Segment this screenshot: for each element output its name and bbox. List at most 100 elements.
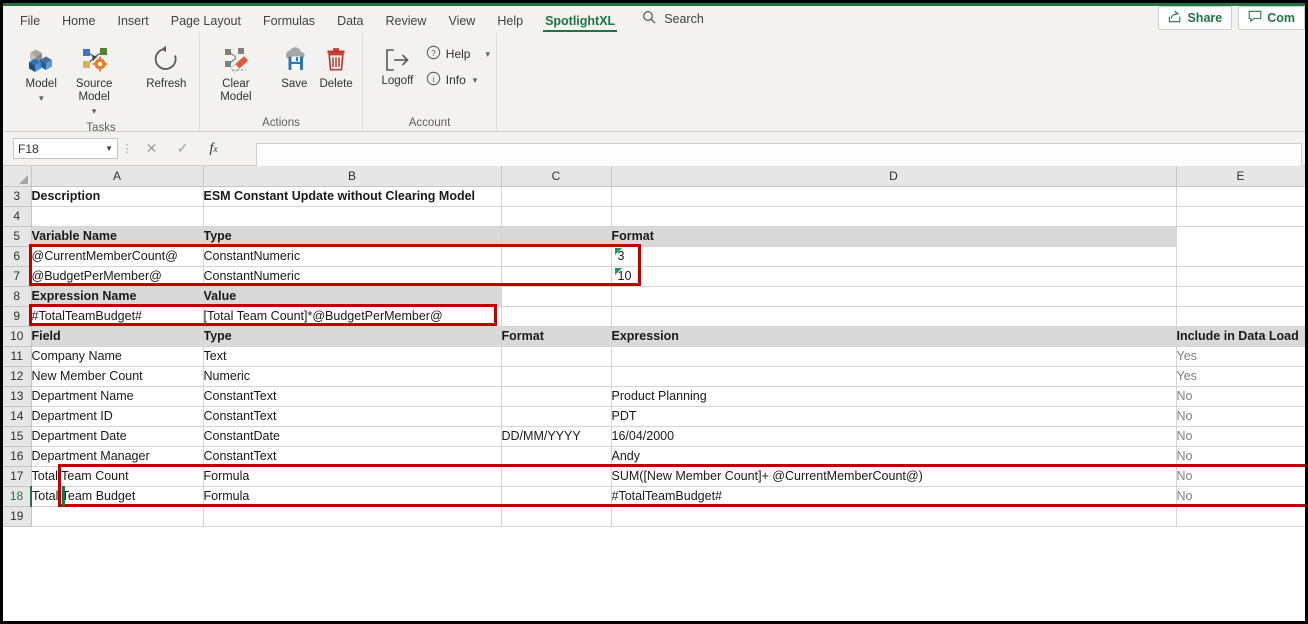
cell-c14[interactable]: [501, 406, 612, 427]
column-header-d[interactable]: D: [611, 166, 1177, 187]
row-header-10[interactable]: 10: [3, 326, 32, 347]
cell-d14[interactable]: PDT: [611, 406, 1177, 427]
cell-e12[interactable]: Yes: [1176, 366, 1305, 387]
delete-button[interactable]: Delete: [316, 39, 356, 94]
cell-d6[interactable]: 3: [611, 246, 1177, 267]
row-header-4[interactable]: 4: [3, 206, 32, 227]
cell-d3[interactable]: [611, 186, 1177, 207]
cell-d16[interactable]: Andy: [611, 446, 1177, 467]
cell-c11[interactable]: [501, 346, 612, 367]
cell-d4[interactable]: [611, 206, 1177, 227]
share-button[interactable]: Share: [1158, 6, 1233, 30]
cell-e13[interactable]: No: [1176, 386, 1305, 407]
row-header-8[interactable]: 8: [3, 286, 32, 307]
cell-e15[interactable]: No: [1176, 426, 1305, 447]
cell-d5[interactable]: Format: [611, 226, 1177, 247]
cell-d12[interactable]: [611, 366, 1177, 387]
cell-e11[interactable]: Yes: [1176, 346, 1305, 367]
chevron-down-icon[interactable]: ▾: [473, 75, 478, 86]
cell-c12[interactable]: [501, 366, 612, 387]
cell-b3[interactable]: ESM Constant Update without Clearing Mod…: [203, 186, 502, 207]
cell-b4[interactable]: [203, 206, 502, 227]
row-header-11[interactable]: 11: [3, 346, 32, 367]
row-header-5[interactable]: 5: [3, 226, 32, 247]
cell-a3[interactable]: Description: [31, 186, 204, 207]
cell-e4[interactable]: [1176, 206, 1305, 227]
cell-a16[interactable]: Department Manager: [31, 446, 204, 467]
tab-insert[interactable]: Insert: [107, 11, 160, 33]
cell-c4[interactable]: [501, 206, 612, 227]
cell-a12[interactable]: New Member Count: [31, 366, 204, 387]
cell-c8[interactable]: [501, 286, 612, 307]
select-all-corner[interactable]: [3, 166, 32, 187]
cell-c10[interactable]: Format: [501, 326, 612, 347]
cell-b13[interactable]: ConstantText: [203, 386, 502, 407]
cell-b6[interactable]: ConstantNumeric: [203, 246, 502, 267]
row-header-9[interactable]: 9: [3, 306, 32, 327]
help-button[interactable]: ? Help ▾: [426, 45, 490, 63]
refresh-button[interactable]: Refresh: [140, 39, 193, 94]
tab-file[interactable]: File: [9, 11, 51, 33]
cell-b14[interactable]: ConstantText: [203, 406, 502, 427]
chevron-down-icon[interactable]: ▾: [92, 106, 97, 117]
tab-spotlightxl[interactable]: SpotlightXL: [534, 11, 626, 33]
cell-b12[interactable]: Numeric: [203, 366, 502, 387]
cell-a6[interactable]: @CurrentMemberCount@: [31, 246, 204, 267]
cell-e7[interactable]: [1176, 266, 1305, 287]
cell-a19[interactable]: [31, 506, 204, 527]
row-header-13[interactable]: 13: [3, 386, 32, 407]
confirm-icon[interactable]: ✓: [167, 138, 198, 159]
tab-formulas[interactable]: Formulas: [252, 11, 326, 33]
cell-e10[interactable]: Include in Data Load: [1176, 326, 1305, 347]
column-header-c[interactable]: C: [501, 166, 612, 187]
cell-a14[interactable]: Department ID: [31, 406, 204, 427]
cell-c13[interactable]: [501, 386, 612, 407]
cell-e3[interactable]: [1176, 186, 1305, 207]
cell-b18[interactable]: Formula: [203, 486, 502, 507]
cell-d9[interactable]: [611, 306, 1177, 327]
cell-d7[interactable]: 10: [611, 266, 1177, 287]
cell-d17[interactable]: SUM([New Member Count]+ @CurrentMemberCo…: [611, 466, 1177, 487]
cell-a9[interactable]: #TotalTeamBudget#: [31, 306, 204, 327]
cell-a10[interactable]: Field: [31, 326, 204, 347]
cell-d13[interactable]: Product Planning: [611, 386, 1177, 407]
cell-e8[interactable]: [1176, 286, 1305, 307]
insert-function-icon[interactable]: fx: [198, 138, 229, 159]
column-header-e[interactable]: E: [1176, 166, 1305, 187]
cell-b7[interactable]: ConstantNumeric: [203, 266, 502, 287]
cell-c18[interactable]: [501, 486, 612, 507]
comments-button[interactable]: Com: [1238, 6, 1305, 30]
cell-c16[interactable]: [501, 446, 612, 467]
source-model-button[interactable]: Source Model ▾: [67, 39, 120, 120]
cell-d15[interactable]: 16/04/2000: [611, 426, 1177, 447]
tab-page-layout[interactable]: Page Layout: [160, 11, 252, 33]
cell-b19[interactable]: [203, 506, 502, 527]
cell-e17[interactable]: No: [1176, 466, 1305, 487]
row-header-15[interactable]: 15: [3, 426, 32, 447]
cell-c17[interactable]: [501, 466, 612, 487]
cell-b15[interactable]: ConstantDate: [203, 426, 502, 447]
cell-a7[interactable]: @BudgetPerMember@: [31, 266, 204, 287]
cell-b10[interactable]: Type: [203, 326, 502, 347]
cell-a15[interactable]: Department Date: [31, 426, 204, 447]
cell-c5[interactable]: [501, 226, 612, 247]
cell-c6[interactable]: [501, 246, 612, 267]
chevron-down-icon[interactable]: ▼: [105, 144, 113, 153]
logoff-button[interactable]: Logoff: [371, 39, 424, 91]
tab-view[interactable]: View: [437, 11, 486, 33]
cell-a13[interactable]: Department Name: [31, 386, 204, 407]
cell-e18[interactable]: No: [1176, 486, 1305, 507]
cancel-icon[interactable]: ✕: [136, 138, 167, 159]
cell-b16[interactable]: ConstantText: [203, 446, 502, 467]
cell-b8[interactable]: Value: [203, 286, 502, 307]
search-box[interactable]: Search: [642, 10, 704, 33]
cell-d10[interactable]: Expression: [611, 326, 1177, 347]
cell-c15[interactable]: DD/MM/YYYY: [501, 426, 612, 447]
row-header-16[interactable]: 16: [3, 446, 32, 467]
clear-model-button[interactable]: Clear Model: [214, 39, 258, 107]
row-header-12[interactable]: 12: [3, 366, 32, 387]
column-header-a[interactable]: A: [31, 166, 204, 187]
cell-e16[interactable]: No: [1176, 446, 1305, 467]
row-header-3[interactable]: 3: [3, 186, 32, 207]
chevron-down-icon[interactable]: ▾: [485, 49, 490, 60]
